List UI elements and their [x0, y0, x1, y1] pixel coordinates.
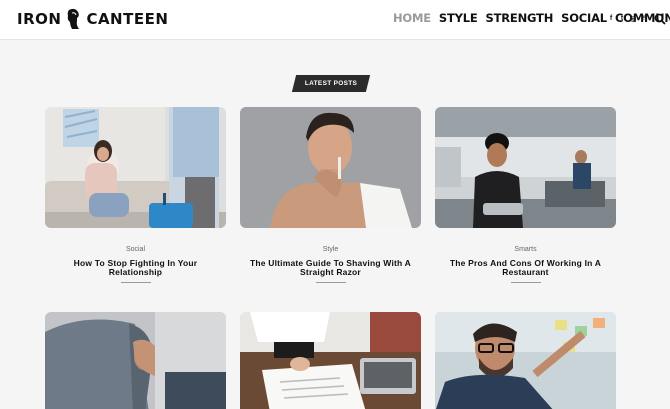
post-image-signing-documents[interactable]	[240, 312, 421, 409]
post-divider	[510, 282, 541, 283]
site-logo[interactable]: IRON CANTEEN	[17, 8, 168, 30]
post-category[interactable]: Social	[45, 246, 226, 253]
post-divider	[120, 282, 151, 283]
latest-posts-badge: LATEST POSTS	[291, 75, 371, 92]
post-category[interactable]: Style	[240, 246, 421, 253]
latest-posts-label: LATEST POSTS	[304, 80, 358, 87]
post-title[interactable]: How To Stop Fighting In Your Relationshi…	[45, 259, 226, 277]
post-title[interactable]: The Pros And Cons Of Working In A Restau…	[435, 259, 616, 277]
twitter-icon[interactable]: t	[619, 14, 625, 23]
facebook-icon[interactable]: f	[608, 14, 614, 23]
post-card[interactable]	[45, 312, 226, 409]
post-category[interactable]: Smarts	[435, 246, 616, 253]
post-card[interactable]	[240, 312, 421, 409]
nav-strength[interactable]: STRENGTH	[486, 11, 554, 25]
post-divider	[315, 282, 346, 283]
post-card[interactable]: Smarts The Pros And Cons Of Working In A…	[435, 107, 616, 283]
post-card[interactable]: Social How To Stop Fighting In Your Rela…	[45, 107, 226, 283]
pinterest-icon[interactable]: ℗	[641, 14, 647, 23]
social-links: f t ◎ ℗	[608, 14, 647, 23]
post-image-man-shaving[interactable]	[240, 107, 421, 228]
post-title[interactable]: The Ultimate Guide To Shaving With A Str…	[240, 259, 421, 277]
bearded-head-logo-icon	[68, 8, 80, 29]
nav-home[interactable]: HOME	[393, 11, 431, 25]
search-icon[interactable]	[654, 13, 666, 25]
logo-text-right: CANTEEN	[86, 10, 169, 28]
instagram-icon[interactable]: ◎	[630, 14, 636, 23]
logo-text-left: IRON	[17, 10, 62, 28]
nav-social[interactable]: SOCIAL	[561, 11, 607, 25]
post-image-man-planning-board[interactable]	[435, 312, 616, 409]
post-image-couple-argument[interactable]	[45, 107, 226, 228]
post-image-restaurant-chef[interactable]	[435, 107, 616, 228]
site-header: IRON CANTEEN HOME STYLE STRENGTH SOCIAL …	[0, 0, 670, 40]
post-card[interactable]: Style The Ultimate Guide To Shaving With…	[240, 107, 421, 283]
nav-style[interactable]: STYLE	[439, 11, 478, 25]
post-image-back-pain[interactable]	[45, 312, 226, 409]
post-card[interactable]	[435, 312, 616, 409]
